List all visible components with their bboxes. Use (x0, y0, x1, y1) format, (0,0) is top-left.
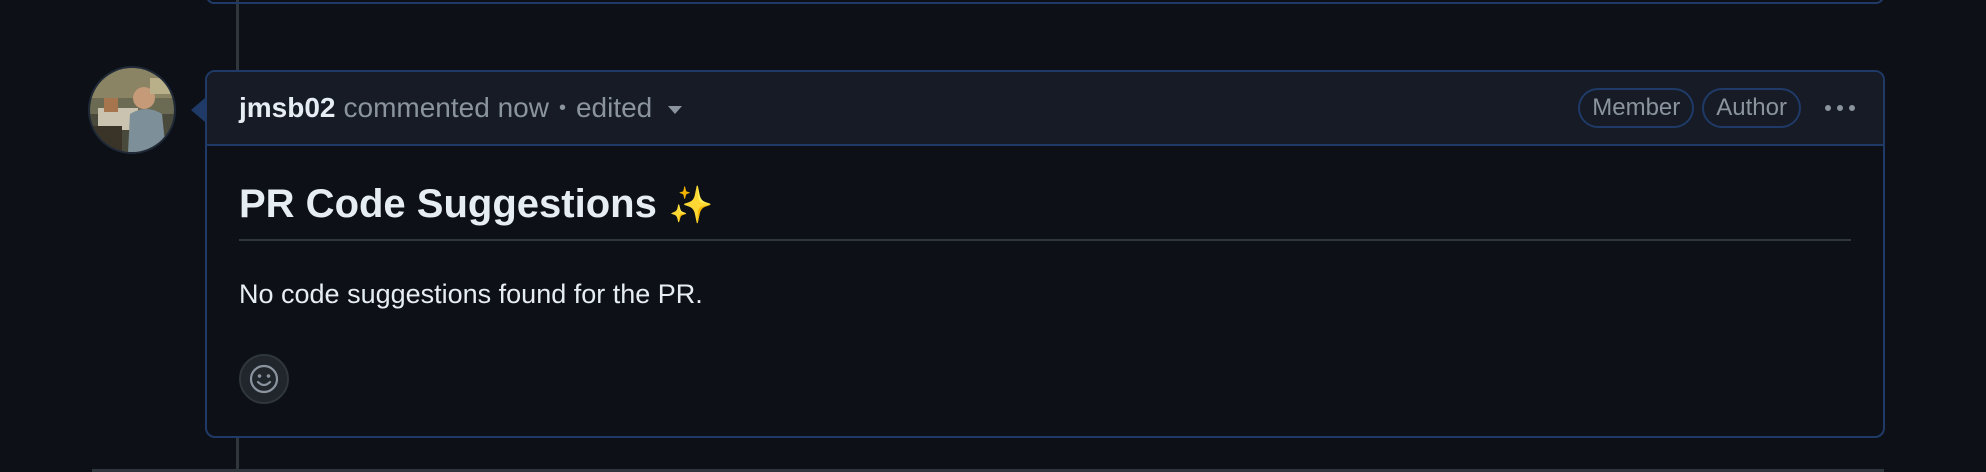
comment-meta: jmsb02 commented now • edited (239, 72, 683, 144)
separator-dot: • (558, 96, 566, 119)
timeline-line (236, 436, 239, 472)
kebab-horizontal-icon[interactable] (1825, 105, 1855, 111)
comment-heading: PR Code Suggestions ✨ (239, 146, 1851, 241)
member-badge: Member (1578, 88, 1695, 128)
sparkles-icon: ✨ (668, 183, 714, 225)
previous-comment-box-edge (206, 0, 1884, 4)
comment-card: jmsb02 commented now • edited Member Aut… (205, 70, 1885, 438)
comment-header-actions: Member Author (1570, 72, 1855, 144)
author-link[interactable]: jmsb02 (239, 92, 336, 124)
triangle-down-icon (668, 106, 683, 114)
edited-label: edited (575, 92, 653, 123)
heading-text: PR Code Suggestions (239, 182, 657, 226)
avatar-photo (90, 68, 174, 152)
comment-text: No code suggestions found for the PR. (239, 279, 703, 309)
author-badge: Author (1702, 88, 1801, 128)
comment-header: jmsb02 commented now • edited Member Aut… (207, 72, 1883, 146)
timeline-line (236, 0, 239, 72)
edited-dropdown[interactable]: edited (575, 92, 683, 124)
comment-timestamp[interactable]: commented now (344, 92, 549, 124)
smiley-icon (249, 364, 279, 394)
avatar[interactable] (90, 68, 174, 152)
comment-pointer (191, 98, 205, 122)
add-reaction-button[interactable] (239, 354, 289, 404)
comment-body: PR Code Suggestions ✨ No code suggestion… (239, 146, 1851, 310)
